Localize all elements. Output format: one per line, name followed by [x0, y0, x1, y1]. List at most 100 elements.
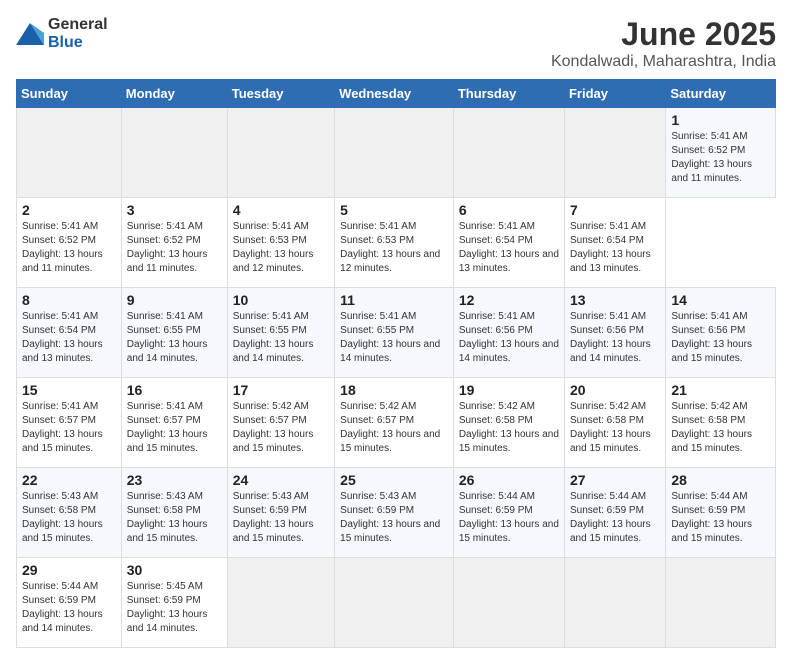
day-info: Sunrise: 5:41 AMSunset: 6:56 PMDaylight:…: [671, 310, 770, 366]
calendar-day: 20 Sunrise: 5:42 AMSunset: 6:58 PMDayligh…: [564, 378, 665, 468]
day-number: 23: [127, 472, 222, 488]
day-number: 13: [570, 292, 660, 308]
calendar-day: 15 Sunrise: 5:41 AMSunset: 6:57 PMDayligh…: [17, 378, 122, 468]
day-info: Sunrise: 5:42 AMSunset: 6:58 PMDaylight:…: [459, 400, 559, 456]
calendar-day: 1 Sunrise: 5:41 AMSunset: 6:52 PMDaylight…: [666, 108, 776, 198]
calendar-header-row: Sunday Monday Tuesday Wednesday Thursday…: [17, 80, 776, 108]
calendar-subtitle: Kondalwadi, Maharashtra, India: [551, 53, 776, 71]
calendar-week-row: 22 Sunrise: 5:43 AMSunset: 6:58 PMDayligh…: [17, 468, 776, 558]
calendar-day: 9 Sunrise: 5:41 AMSunset: 6:55 PMDaylight…: [121, 288, 227, 378]
logo: General Blue: [16, 16, 108, 52]
day-info: Sunrise: 5:41 AMSunset: 6:55 PMDaylight:…: [340, 310, 448, 366]
day-info: Sunrise: 5:43 AMSunset: 6:59 PMDaylight:…: [340, 490, 448, 546]
calendar-week-row: 15 Sunrise: 5:41 AMSunset: 6:57 PMDayligh…: [17, 378, 776, 468]
header: General Blue June 2025 Kondalwadi, Mahar…: [16, 16, 776, 71]
day-number: 25: [340, 472, 448, 488]
day-number: 18: [340, 382, 448, 398]
calendar-day: 16 Sunrise: 5:41 AMSunset: 6:57 PMDayligh…: [121, 378, 227, 468]
day-number: 15: [22, 382, 116, 398]
calendar-day: 2 Sunrise: 5:41 AMSunset: 6:52 PMDaylight…: [17, 198, 122, 288]
calendar-day: [227, 558, 334, 648]
day-number: 22: [22, 472, 116, 488]
header-sunday: Sunday: [17, 80, 122, 108]
day-info: Sunrise: 5:41 AMSunset: 6:57 PMDaylight:…: [127, 400, 222, 456]
empty-cell: [227, 108, 334, 198]
day-info: Sunrise: 5:41 AMSunset: 6:52 PMDaylight:…: [671, 130, 770, 186]
day-info: Sunrise: 5:44 AMSunset: 6:59 PMDaylight:…: [22, 580, 116, 636]
day-number: 3: [127, 202, 222, 218]
calendar-day: 4Sunrise: 5:41 AMSunset: 6:53 PMDaylight…: [227, 198, 334, 288]
day-number: 26: [459, 472, 559, 488]
header-thursday: Thursday: [453, 80, 564, 108]
calendar-week-row: 2 Sunrise: 5:41 AMSunset: 6:52 PMDaylight…: [17, 198, 776, 288]
calendar-day: 18Sunrise: 5:42 AMSunset: 6:57 PMDayligh…: [335, 378, 454, 468]
logo-icon: [16, 23, 44, 45]
calendar-day: 19Sunrise: 5:42 AMSunset: 6:58 PMDayligh…: [453, 378, 564, 468]
calendar-day: 10 Sunrise: 5:41 AMSunset: 6:55 PMDayligh…: [227, 288, 334, 378]
day-number: 14: [671, 292, 770, 308]
calendar-day: [453, 558, 564, 648]
calendar-week-row: 1 Sunrise: 5:41 AMSunset: 6:52 PMDaylight…: [17, 108, 776, 198]
day-info: Sunrise: 5:42 AMSunset: 6:57 PMDaylight:…: [233, 400, 329, 456]
day-number: 30: [127, 562, 222, 578]
calendar-day: 11 Sunrise: 5:41 AMSunset: 6:55 PMDayligh…: [335, 288, 454, 378]
calendar-week-row: 8 Sunrise: 5:41 AMSunset: 6:54 PMDaylight…: [17, 288, 776, 378]
empty-cell: [121, 108, 227, 198]
day-info: Sunrise: 5:44 AMSunset: 6:59 PMDaylight:…: [570, 490, 660, 546]
calendar-day: 6 Sunrise: 5:41 AMSunset: 6:54 PMDaylight…: [453, 198, 564, 288]
day-info: Sunrise: 5:42 AMSunset: 6:58 PMDaylight:…: [671, 400, 770, 456]
day-info: Sunrise: 5:41 AMSunset: 6:54 PMDaylight:…: [459, 220, 559, 276]
logo-general: General: [48, 16, 108, 33]
day-number: 10: [233, 292, 329, 308]
day-number: 21: [671, 382, 770, 398]
calendar-table: Sunday Monday Tuesday Wednesday Thursday…: [16, 79, 776, 648]
day-number: 27: [570, 472, 660, 488]
header-wednesday: Wednesday: [335, 80, 454, 108]
day-info: Sunrise: 5:42 AMSunset: 6:58 PMDaylight:…: [570, 400, 660, 456]
day-info: Sunrise: 5:45 AMSunset: 6:59 PMDaylight:…: [127, 580, 222, 636]
day-number: 12: [459, 292, 559, 308]
calendar-day: [666, 558, 776, 648]
header-tuesday: Tuesday: [227, 80, 334, 108]
calendar-day: 14 Sunrise: 5:41 AMSunset: 6:56 PMDayligh…: [666, 288, 776, 378]
calendar-day: 17 Sunrise: 5:42 AMSunset: 6:57 PMDayligh…: [227, 378, 334, 468]
day-info: Sunrise: 5:41 AMSunset: 6:53 PMDaylight:…: [340, 220, 448, 276]
day-info: Sunrise: 5:41 AMSunset: 6:57 PMDaylight:…: [22, 400, 116, 456]
day-number: 11: [340, 292, 448, 308]
calendar-day: 7Sunrise: 5:41 AMSunset: 6:54 PMDaylight…: [564, 198, 665, 288]
calendar-day: 5Sunrise: 5:41 AMSunset: 6:53 PMDaylight…: [335, 198, 454, 288]
day-number: 9: [127, 292, 222, 308]
day-info: Sunrise: 5:41 AMSunset: 6:54 PMDaylight:…: [570, 220, 660, 276]
calendar-day: 30 Sunrise: 5:45 AMSunset: 6:59 PMDayligh…: [121, 558, 227, 648]
day-number: 16: [127, 382, 222, 398]
day-number: 2: [22, 202, 116, 218]
day-info: Sunrise: 5:41 AMSunset: 6:53 PMDaylight:…: [233, 220, 329, 276]
day-info: Sunrise: 5:41 AMSunset: 6:55 PMDaylight:…: [233, 310, 329, 366]
day-number: 28: [671, 472, 770, 488]
calendar-day: 12 Sunrise: 5:41 AMSunset: 6:56 PMDayligh…: [453, 288, 564, 378]
day-info: Sunrise: 5:43 AMSunset: 6:58 PMDaylight:…: [22, 490, 116, 546]
calendar-day: 27 Sunrise: 5:44 AMSunset: 6:59 PMDayligh…: [564, 468, 665, 558]
day-number: 6: [459, 202, 559, 218]
day-number: 17: [233, 382, 329, 398]
day-number: 8: [22, 292, 116, 308]
calendar-day: 26Sunrise: 5:44 AMSunset: 6:59 PMDayligh…: [453, 468, 564, 558]
day-info: Sunrise: 5:44 AMSunset: 6:59 PMDaylight:…: [671, 490, 770, 546]
title-area: June 2025 Kondalwadi, Maharashtra, India: [551, 16, 776, 71]
calendar-day: 29Sunrise: 5:44 AMSunset: 6:59 PMDayligh…: [17, 558, 122, 648]
day-number: 1: [671, 112, 770, 128]
day-info: Sunrise: 5:41 AMSunset: 6:54 PMDaylight:…: [22, 310, 116, 366]
day-number: 24: [233, 472, 329, 488]
empty-cell: [335, 108, 454, 198]
day-number: 20: [570, 382, 660, 398]
calendar-day: 22 Sunrise: 5:43 AMSunset: 6:58 PMDayligh…: [17, 468, 122, 558]
day-info: Sunrise: 5:41 AMSunset: 6:55 PMDaylight:…: [127, 310, 222, 366]
empty-cell: [17, 108, 122, 198]
calendar-day: 24Sunrise: 5:43 AMSunset: 6:59 PMDayligh…: [227, 468, 334, 558]
day-info: Sunrise: 5:41 AMSunset: 6:52 PMDaylight:…: [22, 220, 116, 276]
day-info: Sunrise: 5:41 AMSunset: 6:52 PMDaylight:…: [127, 220, 222, 276]
calendar-title: June 2025: [551, 16, 776, 53]
empty-cell: [564, 108, 665, 198]
calendar-day: [564, 558, 665, 648]
day-info: Sunrise: 5:41 AMSunset: 6:56 PMDaylight:…: [459, 310, 559, 366]
